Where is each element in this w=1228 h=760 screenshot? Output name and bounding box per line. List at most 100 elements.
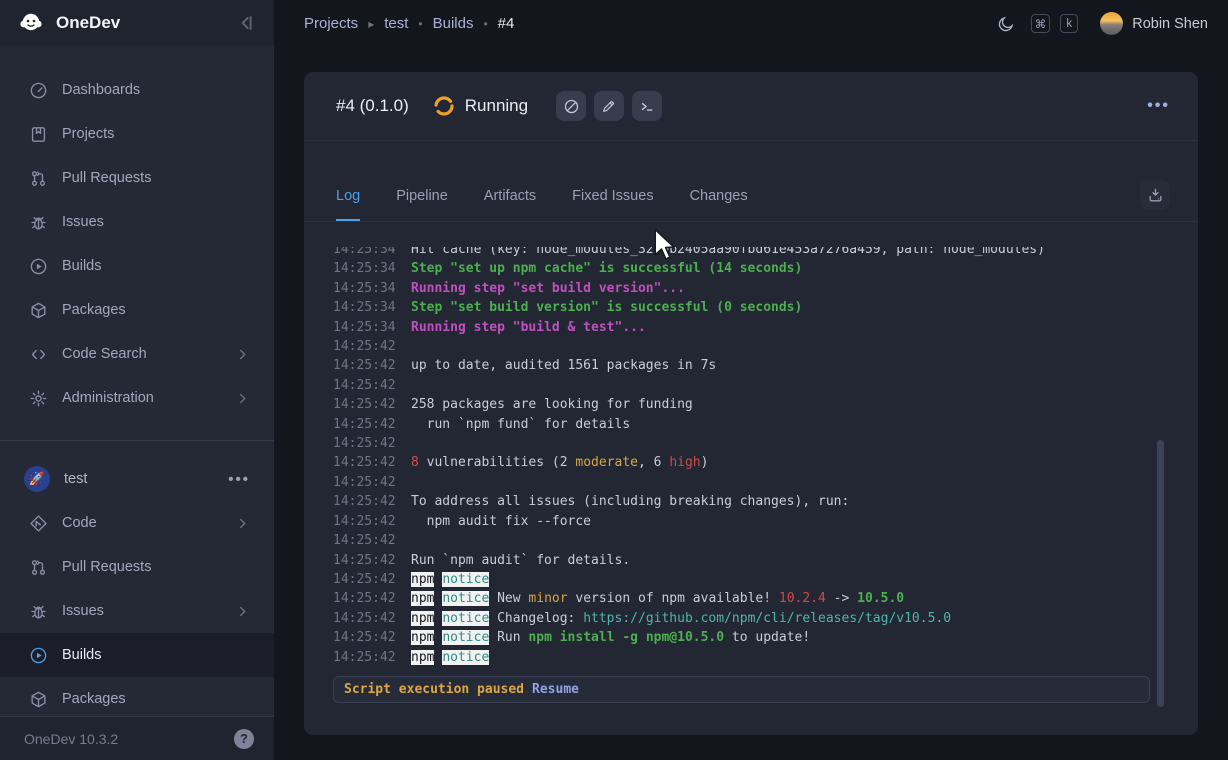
cancel-build-button[interactable]	[556, 91, 586, 121]
sidebar-project-nav: Code Pull Requests Issues Builds Packages	[0, 501, 274, 721]
version-label: OneDev 10.3.2	[24, 731, 234, 747]
project-switcher[interactable]: 🚀 test •••	[0, 457, 274, 501]
log-scrollbar-thumb[interactable]	[1157, 440, 1164, 707]
brand-title: OneDev	[56, 13, 236, 33]
log-text: Step "set build version" is successful (…	[411, 298, 802, 317]
chevron-right-icon	[235, 347, 250, 362]
project-item-packages[interactable]: Packages	[0, 677, 274, 721]
code-search-icon	[28, 344, 48, 364]
log-line: 14:25:34Running step "build & test"...	[333, 318, 1169, 337]
log-line: 14:25:42 npm audit fix --force	[333, 512, 1169, 531]
sidebar-item-issues[interactable]: Issues	[0, 200, 274, 244]
nav-item-label: Pull Requests	[62, 559, 151, 575]
play-circle-icon	[28, 645, 48, 665]
package-icon	[28, 689, 48, 709]
log-line: 14:25:428 vulnerabilities (2 moderate, 6…	[333, 453, 1169, 472]
sidebar-item-builds[interactable]: Builds	[0, 244, 274, 288]
sidebar-item-administration[interactable]: Administration	[0, 376, 274, 420]
log-timestamp: 14:25:42	[333, 531, 411, 550]
log-line: 14:25:42Run `npm audit` for details.	[333, 551, 1169, 570]
sidebar-main-nav: Dashboards Projects Pull Requests Issues Bui…	[0, 47, 274, 420]
log-timestamp: 14:25:34	[333, 259, 411, 278]
project-item-issues[interactable]: Issues	[0, 589, 274, 633]
tab-log[interactable]: Log	[336, 188, 360, 221]
log-text: npm notice	[411, 648, 489, 667]
nav-item-label: Code	[62, 515, 97, 531]
sidebar-item-projects[interactable]: Projects	[0, 112, 274, 156]
log-line: 14:25:34Step "set up npm cache" is succe…	[333, 259, 1169, 278]
sidebar-item-dashboards[interactable]: Dashboards	[0, 68, 274, 112]
log-line: 14:25:42	[333, 531, 1169, 550]
log-text: up to date, audited 1561 packages in 7s	[411, 356, 716, 375]
topbar-right: ⌘ k Robin Shen	[997, 12, 1208, 35]
project-item-builds[interactable]: Builds	[0, 633, 274, 677]
nav-item-label: Issues	[62, 603, 104, 619]
tab-fixed-issues[interactable]: Fixed Issues	[572, 188, 653, 221]
log-timestamp: 14:25:34	[333, 318, 411, 337]
project-item-code[interactable]: Code	[0, 501, 274, 545]
chevron-right-icon	[235, 516, 250, 531]
pull-request-icon	[28, 557, 48, 577]
onedev-logo-icon[interactable]	[16, 8, 46, 38]
project-avatar: 🚀	[24, 466, 50, 492]
tab-artifacts[interactable]: Artifacts	[484, 188, 536, 221]
log-timestamp: 14:25:34	[333, 247, 411, 259]
user-avatar	[1100, 12, 1123, 35]
nav-item-label: Code Search	[62, 346, 147, 362]
app-window: OneDev Dashboards Projects Pull Requests Is…	[0, 0, 1228, 760]
sidebar-collapse-icon[interactable]	[236, 13, 256, 33]
log-lines: 14:25:34Hit cache (key: node_modules_32/…	[333, 247, 1169, 667]
log-line: 14:25:42	[333, 434, 1169, 453]
sidebar-item-packages[interactable]: Packages	[0, 288, 274, 332]
log-text: Hit cache (key: node_modules_32/9b2405aa…	[411, 247, 1045, 259]
nav-item-label: Packages	[62, 691, 126, 707]
log-timestamp: 14:25:34	[333, 279, 411, 298]
log-timestamp: 14:25:42	[333, 453, 411, 472]
tab-changes[interactable]: Changes	[690, 188, 748, 221]
build-more-icon[interactable]: •••	[1147, 97, 1170, 115]
play-circle-icon	[28, 256, 48, 276]
log-viewport[interactable]: 14:25:34Hit cache (key: node_modules_32/…	[304, 247, 1198, 676]
resume-link[interactable]: Resume	[532, 682, 579, 697]
log-text: Running step "build & test"...	[411, 318, 646, 337]
breadcrumb-dot-icon: •	[483, 17, 487, 31]
package-icon	[28, 300, 48, 320]
sidebar-item-code-search[interactable]: Code Search	[0, 332, 274, 376]
log-timestamp: 14:25:42	[333, 551, 411, 570]
breadcrumb-projects[interactable]: Projects	[304, 15, 358, 32]
project-more-icon[interactable]: •••	[228, 471, 250, 488]
breadcrumb-builds[interactable]: Builds	[433, 15, 474, 32]
breadcrumb-test[interactable]: test	[384, 15, 408, 32]
log-timestamp: 14:25:42	[333, 337, 411, 356]
build-status: Running	[465, 96, 528, 116]
log-text: 258 packages are looking for funding	[411, 395, 693, 414]
log-timestamp: 14:25:42	[333, 492, 411, 511]
project-item-pull-requests[interactable]: Pull Requests	[0, 545, 274, 589]
terminal-button[interactable]	[632, 91, 662, 121]
shortcut-k-key: k	[1060, 14, 1078, 33]
gear-icon	[28, 388, 48, 408]
download-log-button[interactable]	[1140, 180, 1170, 210]
tab-pipeline[interactable]: Pipeline	[396, 188, 448, 221]
chevron-right-icon	[235, 604, 250, 619]
log-line: 14:25:42To address all issues (including…	[333, 492, 1169, 511]
nav-item-label: Projects	[62, 126, 114, 142]
edit-build-button[interactable]	[594, 91, 624, 121]
shortcut-cmd-key: ⌘	[1031, 14, 1051, 33]
build-tabs: Log Pipeline Artifacts Fixed Issues Changes	[304, 141, 1198, 222]
nav-item-label: Administration	[62, 390, 154, 406]
sidebar: OneDev Dashboards Projects Pull Requests Is…	[0, 0, 274, 760]
user-name: Robin Shen	[1132, 16, 1208, 32]
nav-item-label: Pull Requests	[62, 170, 151, 186]
nav-item-label: Builds	[62, 258, 102, 274]
dark-mode-icon[interactable]	[997, 15, 1015, 33]
help-icon[interactable]: ?	[234, 729, 254, 749]
build-title: #4 (0.1.0)	[336, 96, 409, 116]
user-menu[interactable]: Robin Shen	[1100, 12, 1208, 35]
log-text: npm notice Run npm install -g npm@10.5.0…	[411, 628, 810, 647]
sidebar-item-pull-requests[interactable]: Pull Requests	[0, 156, 274, 200]
log-timestamp: 14:25:42	[333, 376, 411, 395]
log-timestamp: 14:25:42	[333, 570, 411, 589]
breadcrumb: Projects▸test•Builds•#4	[304, 15, 997, 32]
breadcrumb--4: #4	[498, 15, 515, 32]
